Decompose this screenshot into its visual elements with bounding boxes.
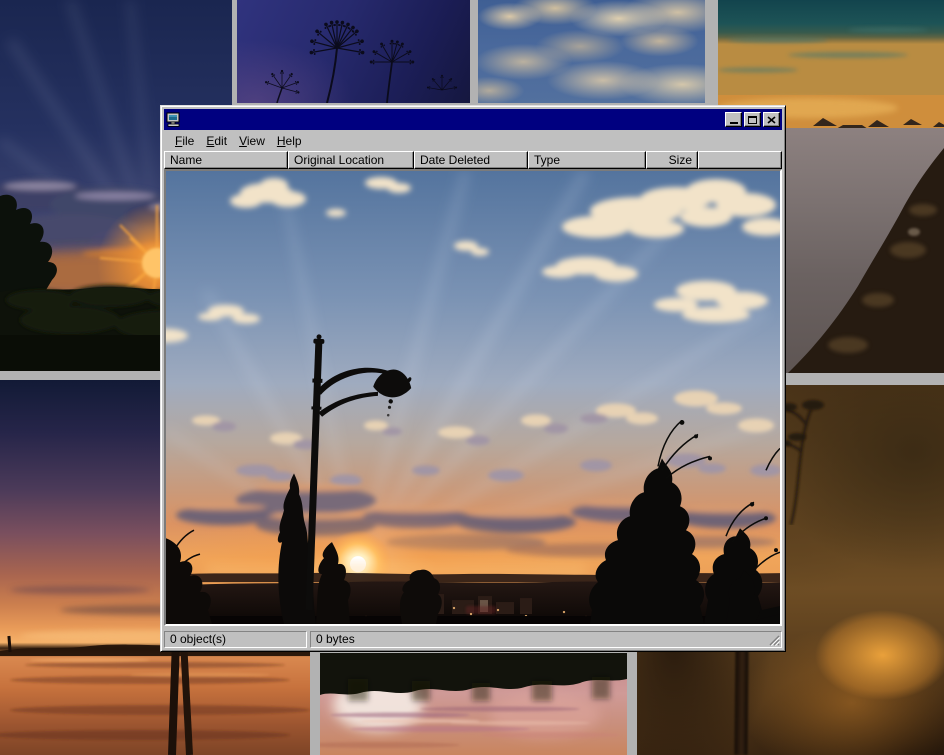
column-header-blank[interactable]: [698, 151, 782, 169]
menu-help[interactable]: Help: [271, 132, 308, 150]
status-bar: 0 object(s) 0 bytes: [164, 626, 782, 648]
menu-edit[interactable]: Edit: [200, 132, 233, 150]
close-icon: [767, 116, 776, 124]
minimize-icon: [730, 122, 738, 124]
desktop: File Edit View Help Name Original Locati…: [0, 0, 944, 755]
minimize-button[interactable]: [725, 112, 742, 127]
window-titlebar[interactable]: [164, 109, 782, 130]
computer-icon[interactable]: [166, 112, 182, 127]
close-button[interactable]: [763, 112, 780, 127]
recycle-bin-window[interactable]: File Edit View Help Name Original Locati…: [160, 105, 786, 652]
column-header-type[interactable]: Type: [528, 151, 646, 169]
status-size: 0 bytes: [310, 631, 782, 648]
menu-bar: File Edit View Help: [164, 130, 782, 151]
photo-golden-clouds-blue-sky: [478, 0, 705, 103]
column-header-row: Name Original Location Date Deleted Type…: [164, 151, 782, 169]
photo-sunset-streetlamp-cypress-city: [166, 171, 780, 624]
file-list-area[interactable]: [164, 169, 782, 626]
menu-file[interactable]: File: [169, 132, 200, 150]
status-object-count: 0 object(s): [164, 631, 307, 648]
column-header-date-deleted[interactable]: Date Deleted: [414, 151, 528, 169]
column-header-size[interactable]: Size: [646, 151, 698, 169]
photo-umbel-flower-silhouettes: [237, 0, 470, 103]
maximize-icon: [748, 116, 757, 124]
photo-water-sunset-reflection: [320, 653, 627, 755]
menu-view[interactable]: View: [233, 132, 271, 150]
maximize-button[interactable]: [744, 112, 761, 127]
column-header-original-location[interactable]: Original Location: [288, 151, 414, 169]
status-size-text: 0 bytes: [316, 632, 355, 646]
resize-grip[interactable]: [767, 633, 780, 646]
column-header-name[interactable]: Name: [164, 151, 288, 169]
